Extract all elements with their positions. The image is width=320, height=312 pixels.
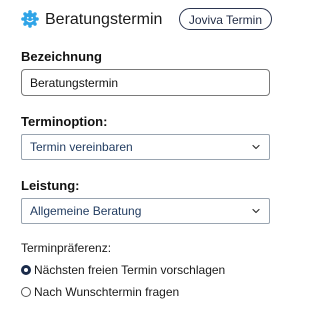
leistung-selected-value: Allgemeine Beratung [30, 204, 142, 218]
chevron-down-icon [252, 208, 260, 214]
terminoption-selected-value: Termin vereinbaren [30, 140, 133, 154]
bezeichnung-input[interactable] [21, 69, 270, 96]
chevron-down-icon [252, 144, 260, 150]
bezeichnung-label: Bezeichnung [21, 49, 102, 64]
radio-preferred-date-label: Nach Wunschtermin fragen [34, 285, 180, 299]
joviva-termin-button[interactable]: Joviva Termin [178, 8, 272, 30]
leistung-label: Leistung: [21, 178, 80, 193]
radio-unchecked-icon[interactable] [21, 287, 31, 297]
terminpraeferenz-label: Terminpräferenz: [21, 241, 112, 255]
page-title: Beratungstermin [45, 11, 163, 28]
radio-checked-icon[interactable] [21, 265, 31, 275]
header: Beratungstermin Joviva Termin [21, 8, 272, 32]
radio-next-free-slot-label: Nächsten freien Termin vorschlagen [34, 263, 226, 277]
appointment-panel: Beratungstermin Joviva Termin Bezeichnun… [0, 0, 289, 312]
gear-badge-icon [21, 10, 39, 28]
terminoption-select[interactable]: Termin vereinbaren [21, 134, 270, 160]
leistung-select[interactable]: Allgemeine Beratung [21, 198, 270, 224]
terminoption-label: Terminoption: [21, 114, 108, 129]
